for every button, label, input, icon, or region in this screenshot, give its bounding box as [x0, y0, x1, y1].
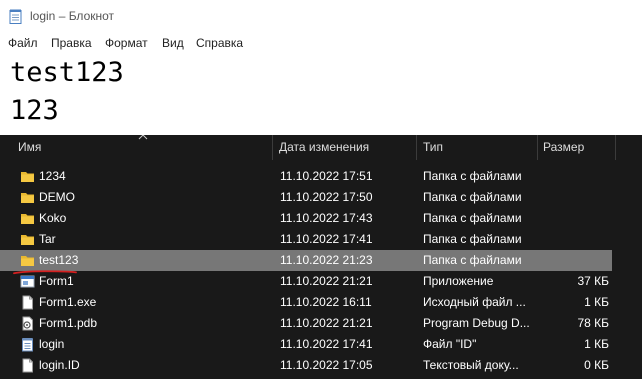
file-date: 11.10.2022 17:51	[280, 169, 373, 183]
file-name: login	[39, 337, 65, 351]
file-name: DEMO	[39, 190, 75, 204]
folder-icon	[21, 256, 34, 266]
file-size	[538, 250, 609, 271]
file-date: 11.10.2022 17:43	[280, 211, 373, 225]
file-type: Папка с файлами	[423, 253, 522, 267]
notepad-window: login – Блокнот Файл Правка Формат Вид С…	[0, 0, 287, 135]
menu-bar: Файл Правка Формат Вид Справка	[0, 34, 287, 52]
file-row[interactable]: 1234 11.10.2022 17:51 Папка с файлами	[0, 166, 612, 187]
file-type: Папка с файлами	[423, 211, 522, 225]
file-type: Папка с файлами	[423, 169, 522, 183]
text-file-icon	[22, 338, 33, 352]
notepad-titlebar[interactable]: login – Блокнот	[0, 6, 287, 28]
file-name: Tar	[39, 232, 56, 246]
pdb-file-icon	[22, 316, 33, 331]
file-name: Koko	[39, 211, 67, 225]
column-divider[interactable]	[615, 135, 616, 160]
column-type[interactable]: Тип	[417, 135, 537, 160]
file-icon	[22, 295, 33, 310]
file-explorer: Имя Дата изменения Тип Размер 1234 11.10…	[0, 135, 642, 379]
file-date: 11.10.2022 17:50	[280, 190, 373, 204]
file-size: 1 КБ	[584, 295, 609, 309]
window-title: login – Блокнот	[30, 9, 115, 23]
column-date-modified[interactable]: Дата изменения	[273, 135, 416, 160]
file-type: Файл "ID"	[423, 337, 477, 351]
file-type: Папка с файлами	[423, 232, 522, 246]
menu-file[interactable]: Файл	[8, 36, 38, 50]
file-row[interactable]: Form1 11.10.2022 21:21 Приложение 37 КБ	[0, 271, 612, 292]
text-editor[interactable]: test123 123	[10, 54, 287, 135]
folder-icon	[21, 172, 34, 182]
file-row[interactable]: login 11.10.2022 17:41 Файл "ID" 1 КБ	[0, 334, 612, 355]
file-type: Папка с файлами	[423, 190, 522, 204]
folder-icon	[21, 193, 34, 203]
file-row[interactable]: Form1.exe 11.10.2022 16:11 Исходный файл…	[0, 292, 612, 313]
file-date: 11.10.2022 17:05	[280, 358, 373, 372]
menu-view[interactable]: Вид	[162, 36, 184, 50]
file-type: Program Debug D...	[423, 316, 529, 330]
file-date: 11.10.2022 21:21	[280, 316, 373, 330]
red-underline-annotation	[13, 270, 77, 275]
file-size	[538, 208, 609, 229]
file-date: 11.10.2022 17:41	[280, 337, 373, 351]
file-size: 37 КБ	[577, 274, 609, 288]
menu-format[interactable]: Формат	[105, 36, 148, 50]
application-icon	[20, 275, 35, 288]
file-name: test123	[39, 253, 79, 267]
file-date: 11.10.2022 21:23	[280, 253, 373, 267]
column-name[interactable]: Имя	[12, 135, 272, 160]
file-size	[538, 187, 609, 208]
file-size: 78 КБ	[577, 316, 609, 330]
file-name: Form1.pdb	[39, 316, 98, 330]
file-row[interactable]: Koko 11.10.2022 17:43 Папка с файлами	[0, 208, 612, 229]
file-date: 11.10.2022 16:11	[280, 295, 372, 309]
file-row-selected[interactable]: test123 11.10.2022 21:23 Папка с файлами	[0, 250, 612, 271]
file-row[interactable]: DEMO 11.10.2022 17:50 Папка с файлами	[0, 187, 612, 208]
editor-line: test123	[10, 57, 124, 88]
column-size[interactable]: Размер	[537, 135, 615, 160]
folder-icon	[21, 214, 34, 224]
file-row[interactable]: Tar 11.10.2022 17:41 Папка с файлами	[0, 229, 612, 250]
file-name: Form1.exe	[39, 295, 97, 309]
file-name: login.ID	[39, 358, 80, 372]
column-header-row: Имя Дата изменения Тип Размер	[0, 135, 642, 160]
file-date: 11.10.2022 21:21	[280, 274, 373, 288]
file-type: Приложение	[423, 274, 494, 288]
menu-edit[interactable]: Правка	[51, 36, 92, 50]
file-row[interactable]: Form1.pdb 11.10.2022 21:21 Program Debug…	[0, 313, 612, 334]
file-size	[538, 166, 609, 187]
notepad-icon	[9, 9, 22, 24]
file-size: 1 КБ	[584, 337, 609, 351]
file-icon	[22, 358, 33, 373]
file-type: Исходный файл ...	[423, 295, 526, 309]
file-date: 11.10.2022 17:41	[280, 232, 373, 246]
file-size: 0 КБ	[584, 358, 609, 372]
file-row[interactable]: login.ID 11.10.2022 17:05 Текстовый доку…	[0, 355, 612, 376]
editor-line: 123	[10, 95, 59, 126]
file-size	[538, 229, 609, 250]
file-type: Текстовый доку...	[423, 358, 519, 372]
menu-help[interactable]: Справка	[196, 36, 243, 50]
file-name: 1234	[39, 169, 66, 183]
folder-icon	[21, 235, 34, 245]
